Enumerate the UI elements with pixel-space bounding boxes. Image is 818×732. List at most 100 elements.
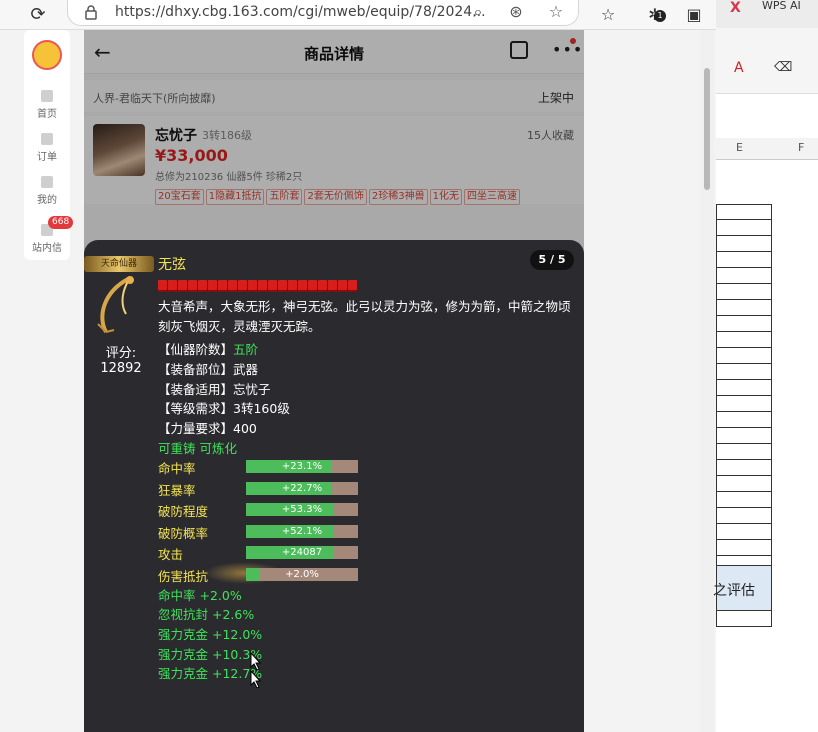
sheet-cell[interactable] (716, 252, 772, 268)
site-sidebar: 首页 订单 我的 站内信 668 (24, 30, 74, 260)
refresh-translate-icon[interactable]: ⊛ (506, 2, 526, 22)
info-value: 忘忧子 (233, 382, 271, 397)
stat-bar: +53.3% (246, 503, 358, 516)
info-owner: 【装备适用】忘忧子 (158, 379, 271, 398)
stat-label: 伤害抵抗 (158, 568, 209, 584)
extra-stat: 强力克金 +12.0% (158, 627, 263, 642)
cell-text: 之评估 (713, 583, 755, 599)
gem-slot (178, 280, 187, 292)
sheet-cell[interactable] (716, 204, 772, 220)
sheet-cell[interactable] (716, 508, 772, 524)
stat-value: +2.0% (285, 568, 319, 580)
sheet-cell[interactable] (716, 492, 772, 508)
zoom-icon[interactable]: ⌕ (468, 2, 488, 22)
nav-mine[interactable]: 我的 (24, 176, 70, 206)
sheet-cell[interactable] (716, 300, 772, 316)
sidebar-toggle-icon[interactable]: ▣ (682, 3, 706, 27)
item-pager[interactable]: 5 / 5 (530, 250, 574, 270)
sheet-cell[interactable] (716, 284, 772, 300)
item-rank-ribbon: 天命仙器 (84, 256, 154, 272)
notification-badge: 1 (654, 10, 666, 22)
gem-slot (258, 280, 267, 292)
gem-slot (338, 280, 347, 292)
gem-slot (318, 280, 327, 292)
page-scrollbar[interactable] (700, 30, 714, 732)
stat-label: 命中率 (158, 461, 196, 476)
sheet-cell[interactable] (716, 364, 772, 380)
stat-value: +24087 (281, 547, 323, 558)
stat-bar: +23.1% (246, 460, 358, 473)
nav-orders[interactable]: 订单 (24, 133, 70, 163)
reforge-status: 可重铸 可炼化 (158, 441, 237, 456)
sheet-cell[interactable] (716, 611, 772, 627)
message-count-badge: 668 (48, 216, 74, 229)
info-slot: 【装备部位】武器 (158, 359, 258, 378)
sheet-cell[interactable] (716, 476, 772, 492)
sheet-cell[interactable] (716, 444, 772, 460)
item-description: 大音希声，大象无形，神弓无弦。此弓以灵力为弦，修为为箭，中箭之物顷刻灰飞烟灭，灵… (158, 299, 571, 334)
scrollbar-thumb[interactable] (704, 68, 710, 190)
gem-slot (348, 280, 357, 292)
gem-slot (158, 280, 167, 292)
highlighted-cell[interactable]: 之评估 (713, 565, 772, 611)
stat-bar: +24087 (246, 546, 358, 559)
stat-label: 攻击 (158, 547, 184, 562)
score-value: 12892 (100, 361, 142, 376)
site-logo[interactable] (32, 40, 62, 70)
sheet-cell[interactable] (716, 396, 772, 412)
info-key: 【装备适用】 (158, 382, 234, 397)
sheet-cell[interactable] (716, 220, 772, 236)
stat-label: 狂暴率 (158, 482, 196, 498)
sheet-cell[interactable] (716, 428, 772, 444)
stat-label: 破防程度 (158, 504, 209, 519)
wps-ai-tab[interactable]: X WPS AI (716, 0, 818, 28)
gem-slot (218, 280, 227, 292)
sheet-cell[interactable] (716, 268, 772, 284)
sheet-cell[interactable] (716, 236, 772, 252)
info-tier: 【仙器阶数】五阶 (158, 339, 258, 358)
sheet-cell[interactable] (716, 380, 772, 396)
gem-slot (198, 280, 207, 292)
sheet-cell[interactable] (716, 540, 772, 556)
score-label: 评分: (105, 346, 137, 361)
sheet-cell[interactable] (716, 316, 772, 332)
info-key: 【装备部位】 (158, 362, 234, 377)
gem-slot (268, 280, 277, 292)
column-e[interactable]: E (736, 141, 743, 154)
nav-home[interactable]: 首页 (24, 90, 70, 120)
info-value: 3转160级 (233, 401, 290, 416)
column-f[interactable]: F (798, 141, 804, 154)
item-name: 无弦 (158, 257, 186, 273)
stat-label: 破防概率 (158, 525, 209, 541)
info-key: 【等级需求】 (158, 401, 234, 416)
wps-logo-icon: X (730, 0, 741, 16)
info-key: 【仙器阶数】 (158, 342, 234, 357)
reload-icon[interactable]: ⟳ (26, 3, 50, 27)
extra-stat: 强力克金 +12.7% (158, 666, 263, 681)
wps-tab-label: WPS AI (762, 0, 801, 12)
favorite-star-icon[interactable]: ☆ (546, 2, 566, 22)
gem-slot (248, 280, 257, 292)
info-value: 400 (233, 421, 257, 436)
gem-slot (208, 280, 217, 292)
sheet-cell[interactable] (716, 460, 772, 476)
stat-value: +22.7% (281, 482, 323, 494)
address-bar[interactable]: https://dhxy.cbg.163.com/cgi/mweb/equip/… (67, 0, 579, 26)
favorites-list-icon[interactable]: ☆ (596, 3, 620, 27)
spreadsheet-pane: X WPS AI A ⌫ E F 之评估 (713, 0, 818, 732)
gem-slot (328, 280, 337, 292)
eraser-icon[interactable]: ⌫ (774, 60, 792, 75)
sheet-cell[interactable] (716, 332, 772, 348)
stat-bar: +22.7% (246, 481, 358, 495)
ribbon-toolbar: A ⌫ (716, 28, 818, 94)
stat-value: +53.3% (281, 504, 323, 515)
browser-toolbar: ⟳ https://dhxy.cbg.163.com/cgi/mweb/equi… (0, 0, 818, 30)
home-icon (41, 90, 53, 102)
url-text: https://dhxy.cbg.163.com/cgi/mweb/equip/… (115, 4, 486, 20)
font-color-icon[interactable]: A (734, 60, 744, 76)
nav-mine-label: 我的 (37, 195, 57, 206)
sheet-cell[interactable] (716, 524, 772, 540)
sheet-cell[interactable] (716, 348, 772, 364)
sheet-cell[interactable] (716, 412, 772, 428)
gem-slot (238, 280, 247, 292)
